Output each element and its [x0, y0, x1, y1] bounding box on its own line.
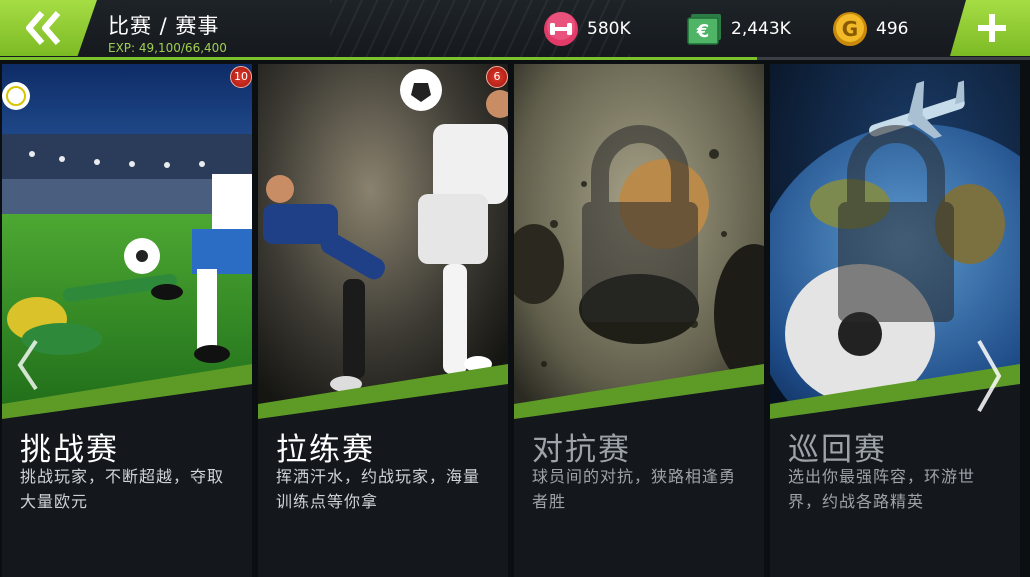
- exp-progress-bar: [0, 57, 757, 60]
- exp-label: EXP: 49,100/66,400: [108, 41, 227, 55]
- card-description: 球员间的对抗，狭路相逢勇者胜: [532, 467, 737, 511]
- currency-gold-value: 496: [876, 19, 909, 39]
- chevron-left-icon[interactable]: [16, 338, 40, 392]
- currency-euro-value: 2,443K: [731, 19, 791, 39]
- svg-text:€: €: [696, 21, 710, 42]
- card-title: 拉练赛: [276, 432, 375, 468]
- double-chevron-left-icon: [26, 11, 61, 45]
- card-description: 选出你最强阵容，环游世界，约战各路精英: [788, 467, 976, 511]
- svg-text:G: G: [842, 17, 858, 41]
- page-title: 比赛 / 赛事: [108, 14, 220, 38]
- mode-card-tour[interactable]: 巡回赛 选出你最强阵容，环游世界，约战各路精英: [770, 64, 1020, 577]
- currency-stamina[interactable]: 580K: [543, 11, 631, 47]
- notification-badge: 6: [486, 66, 508, 88]
- plus-icon: [978, 14, 1006, 42]
- mode-card-training[interactable]: 6 拉练赛 挥洒汗水，约战玩家，海量训练点等你拿: [258, 64, 508, 577]
- add-currency-button[interactable]: [950, 0, 1030, 56]
- card-title: 巡回赛: [788, 432, 887, 468]
- currency-stamina-value: 580K: [587, 19, 631, 39]
- card-title: 挑战赛: [20, 432, 119, 468]
- gold-coin-icon: G: [833, 12, 867, 46]
- euro-banknote-icon: €: [687, 14, 721, 45]
- mode-card-challenge[interactable]: 10 挑战赛 挑战玩家，不断超越，夺取大量欧元: [2, 64, 252, 577]
- mode-card-versus[interactable]: 对抗赛 球员间的对抗，狭路相逢勇者胜: [514, 64, 764, 577]
- card-description: 挑战玩家，不断超越，夺取大量欧元: [20, 467, 225, 511]
- currency-gold[interactable]: G 496: [832, 11, 908, 47]
- notification-badge: 10: [230, 66, 252, 88]
- top-bar: 比赛 / 赛事 EXP: 49,100/66,400 580K € 2,443K…: [0, 0, 1030, 60]
- chevron-right-icon[interactable]: [975, 338, 1003, 414]
- card-title: 对抗赛: [532, 432, 631, 468]
- exp-progress-track: [757, 57, 1030, 60]
- currency-euro[interactable]: € 2,443K: [687, 11, 791, 47]
- back-button[interactable]: [0, 0, 97, 56]
- dumbbell-icon: [544, 12, 578, 46]
- card-description: 挥洒汗水，约战玩家，海量训练点等你拿: [276, 467, 481, 511]
